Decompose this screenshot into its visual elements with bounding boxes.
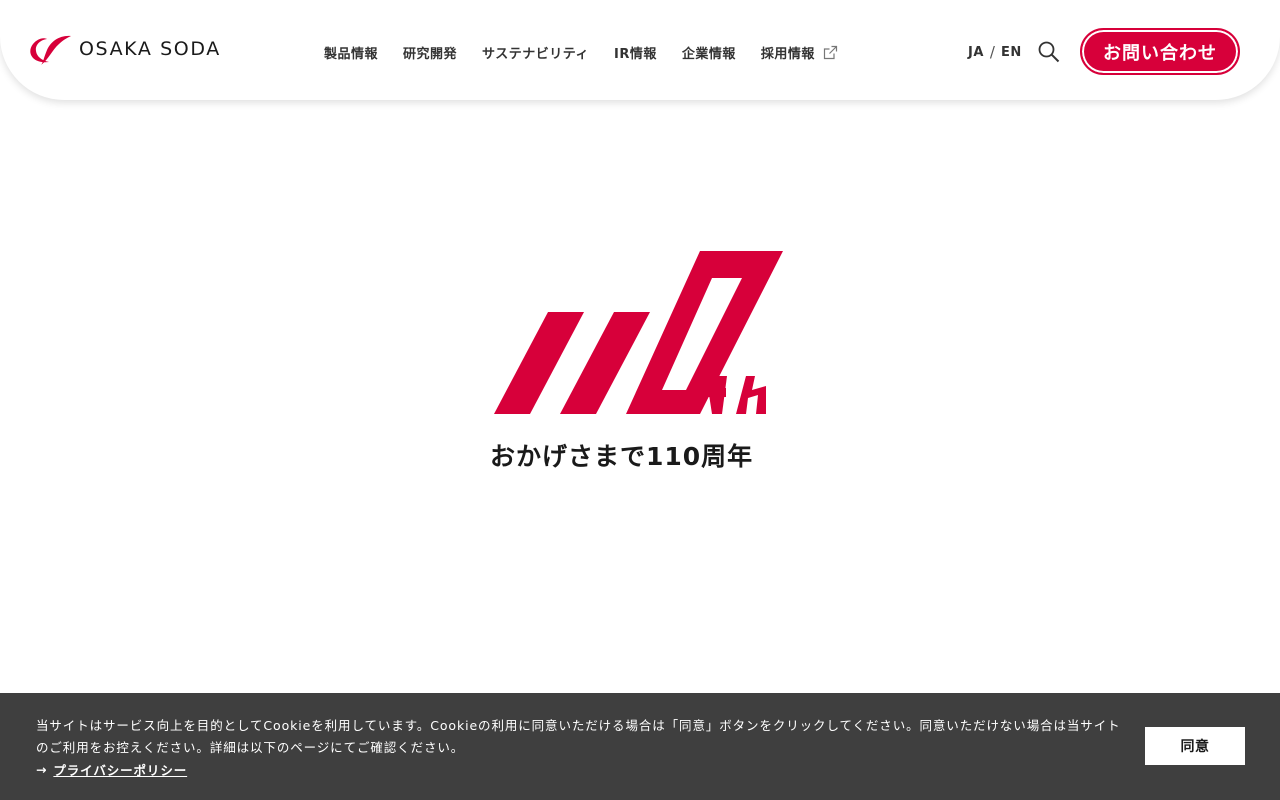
contact-button[interactable]: お問い合わせ: [1080, 28, 1240, 75]
osaka-soda-mark-icon: [30, 35, 71, 65]
nav-item-products[interactable]: 製品情報: [324, 43, 378, 62]
nav-label: IR情報: [614, 46, 657, 62]
lang-ja-link[interactable]: JA: [968, 45, 984, 60]
external-link-icon: [823, 45, 837, 59]
nav-label: 研究開発: [403, 46, 458, 62]
nav-label: 採用情報: [760, 46, 815, 62]
search-icon: [1038, 41, 1060, 63]
nav-item-company[interactable]: 企業情報: [682, 43, 736, 62]
nav-label: 企業情報: [681, 46, 736, 62]
lang-separator: /: [989, 43, 995, 61]
110th-graphic: 110th: [494, 251, 783, 414]
nav-label: サステナビリティ: [482, 46, 589, 62]
lang-en-link[interactable]: EN: [1001, 45, 1022, 60]
nav-label: 製品情報: [324, 46, 379, 62]
logo-text: OSAKA SODA: [79, 38, 221, 60]
arrow-right-icon: →: [36, 762, 48, 777]
search-button[interactable]: [1038, 41, 1060, 67]
nav-item-research[interactable]: 研究開発: [403, 43, 457, 62]
privacy-policy-row: → プライバシーポリシー: [36, 760, 187, 779]
nav-item-recruit[interactable]: 採用情報: [761, 43, 838, 62]
cookie-message: 当サイトはサービス向上を目的としてCookieを利用しています。Cookieの利…: [36, 718, 1121, 755]
osaka-soda-logo[interactable]: OSAKA SODA: [27, 33, 221, 65]
site-header: OSAKA SODA 製品情報 研究開発 サステナビリティ IR情報 企業情報 …: [0, 0, 1280, 100]
nav-item-sustainability[interactable]: サステナビリティ: [482, 43, 589, 62]
cookie-banner: 当サイトはサービス向上を目的としてCookieを利用しています。Cookieの利…: [0, 693, 1280, 800]
agree-button[interactable]: 同意: [1145, 727, 1245, 765]
nav-item-ir[interactable]: IR情報: [614, 43, 657, 62]
privacy-policy-link[interactable]: プライバシーポリシー: [53, 760, 187, 779]
main-nav: 製品情報 研究開発 サステナビリティ IR情報 企業情報 採用情報: [324, 42, 838, 62]
anniversary-tagline: おかげさまで110周年: [490, 442, 754, 471]
language-switcher: JA / EN: [968, 42, 1022, 62]
